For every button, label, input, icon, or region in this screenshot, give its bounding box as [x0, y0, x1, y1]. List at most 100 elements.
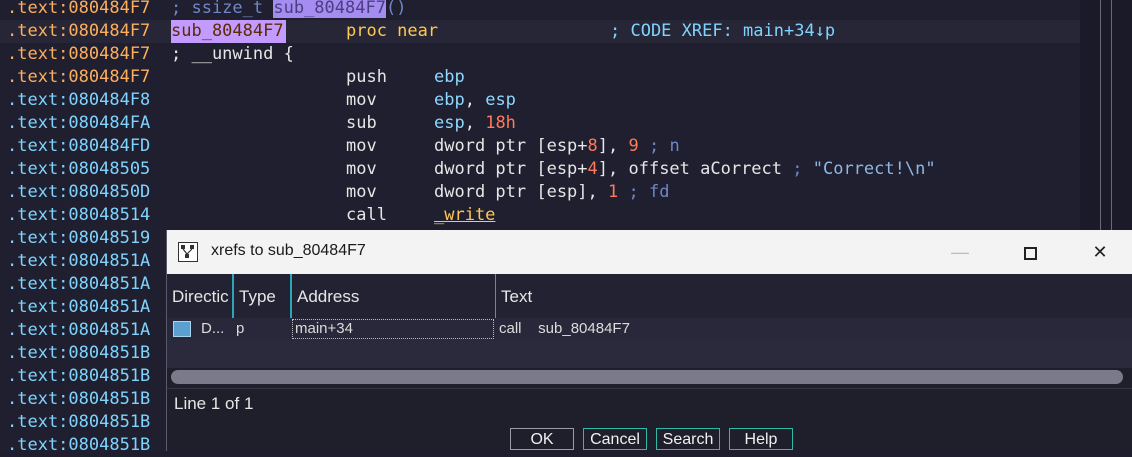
- operand-memory: dword ptr [esp],: [434, 182, 608, 202]
- instruction-operands[interactable]: dword ptr [esp+8], 9 ; n: [434, 135, 680, 158]
- cancel-button[interactable]: Cancel: [583, 428, 647, 450]
- operand-memory-close: ],: [597, 136, 629, 156]
- xrefs-dialog[interactable]: xrefs to sub_80484F7 — ✕ Directic Type A…: [166, 230, 1132, 451]
- row-direction: D...: [201, 320, 225, 337]
- close-button[interactable]: ✕: [1077, 238, 1123, 266]
- line-address[interactable]: .text:080484FD: [7, 135, 150, 158]
- unwind-directive: ; __unwind {: [171, 44, 294, 64]
- search-button[interactable]: Search: [656, 428, 720, 450]
- operand-memory-close: ], offset aCorrect: [597, 159, 783, 179]
- listing-line[interactable]: .text:080484FA sub esp, 18h: [0, 112, 1080, 135]
- listing-line[interactable]: .text:08048505 mov dword ptr [esp+4], offs…: [0, 158, 1080, 181]
- operand-offset: 8: [587, 136, 598, 156]
- operand-register[interactable]: esp: [434, 113, 465, 133]
- column-header-type[interactable]: Type: [234, 274, 292, 320]
- status-text: Line 1 of 1: [174, 394, 254, 413]
- scrollbar-divider: [1100, 0, 1101, 232]
- operand-separator: ,: [464, 113, 486, 133]
- instruction-operands[interactable]: ebp: [434, 66, 465, 89]
- dialog-titlebar[interactable]: xrefs to sub_80484F7 — ✕: [167, 230, 1132, 274]
- line-address[interactable]: .text:0804851B: [7, 411, 150, 434]
- listing-line[interactable]: .text:0804850D mov dword ptr [esp], 1 ; fd: [0, 181, 1080, 204]
- maximize-button[interactable]: [1007, 238, 1053, 266]
- instruction-operands[interactable]: ebp, esp: [434, 89, 516, 112]
- operand-immediate: 9: [628, 136, 639, 156]
- row-type: p: [236, 320, 245, 337]
- operand-offset: 4: [587, 159, 598, 179]
- operand-comment: ; fd: [618, 182, 670, 202]
- instruction-operands[interactable]: dword ptr [esp+4], offset aCorrect ; "Co…: [434, 158, 936, 181]
- instruction-mnemonic: mov: [346, 159, 377, 179]
- line-address[interactable]: .text:080484F7: [7, 0, 150, 20]
- instruction-mnemonic: mov: [346, 90, 377, 110]
- line-address[interactable]: .text:080484F8: [7, 89, 150, 112]
- listing-line[interactable]: .text:080484F7 ; __unwind {: [0, 43, 1080, 66]
- highlighted-identifier[interactable]: sub_80484F7: [273, 0, 386, 18]
- function-label[interactable]: sub_80484F7: [171, 20, 286, 43]
- listing-line[interactable]: .text:080484F7 ; ssize_t sub_80484F7(): [0, 0, 1080, 20]
- line-address[interactable]: .text:0804851B: [7, 434, 150, 457]
- row-address[interactable]: main+34: [292, 319, 494, 339]
- xref-graph-icon: [178, 242, 198, 262]
- line-address[interactable]: .text:080484F7: [7, 43, 150, 66]
- listing-scroll-area[interactable]: [1080, 0, 1132, 232]
- column-header-address[interactable]: Address: [292, 274, 497, 320]
- minimize-button[interactable]: —: [937, 238, 983, 266]
- line-address[interactable]: .text:0804851B: [7, 365, 150, 388]
- column-header-text[interactable]: Text: [496, 274, 1132, 320]
- scrollbar-divider: [1111, 0, 1112, 232]
- line-address[interactable]: .text:08048514: [7, 204, 150, 227]
- table-row[interactable]: D... p main+34 call sub_80484F7: [167, 318, 1132, 340]
- operand-separator: ,: [464, 90, 486, 110]
- line-address[interactable]: .text:0804850D: [7, 181, 150, 204]
- instruction-mnemonic: mov: [346, 182, 377, 202]
- operand-memory: dword ptr [esp+: [434, 136, 588, 156]
- instruction-mnemonic: push: [346, 67, 387, 87]
- instruction-operands[interactable]: _write: [434, 204, 495, 227]
- xref-graph-icon: [173, 321, 191, 337]
- column-header-direction[interactable]: Directic: [167, 274, 234, 320]
- listing-line[interactable]: .text:080484F7 push ebp: [0, 66, 1080, 89]
- instruction-operands[interactable]: esp, 18h: [434, 112, 516, 135]
- listing-line[interactable]: .text:08048514 call _write: [0, 204, 1080, 227]
- listing-line[interactable]: .text:080484F7 sub_80484F7 proc near ; CODE…: [0, 20, 1080, 43]
- call-target[interactable]: _write: [434, 205, 495, 225]
- proc-keyword: proc near: [346, 21, 439, 41]
- line-address[interactable]: .text:080484FA: [7, 112, 150, 135]
- instruction-mnemonic: call: [346, 205, 387, 225]
- operand-immediate: 18h: [485, 113, 516, 133]
- line-address[interactable]: .text:0804851A: [7, 296, 150, 319]
- operand-memory: dword ptr [esp+: [434, 159, 588, 179]
- listing-line[interactable]: .text:080484F8 mov ebp, esp: [0, 89, 1080, 112]
- line-address[interactable]: .text:08048519: [7, 227, 150, 250]
- instruction-operands[interactable]: dword ptr [esp], 1 ; fd: [434, 181, 669, 204]
- comment-prefix: ; ssize_t: [171, 0, 274, 18]
- string-comment: "Correct!\n": [812, 159, 936, 179]
- horizontal-scrollbar[interactable]: [171, 370, 1123, 384]
- ok-button[interactable]: OK: [510, 428, 574, 450]
- comment-suffix: (): [385, 0, 407, 18]
- table-body-empty: [167, 340, 1132, 368]
- code-xref-comment[interactable]: ; CODE XREF: main+34↓p: [610, 20, 835, 43]
- divider: [167, 388, 1132, 389]
- line-address[interactable]: .text:0804851B: [7, 388, 150, 411]
- maximize-icon: [1023, 246, 1037, 260]
- operand-register[interactable]: ebp: [434, 90, 465, 110]
- operand-register[interactable]: ebp: [434, 67, 465, 87]
- line-address[interactable]: .text:0804851B: [7, 342, 150, 365]
- function-prototype-comment: ; ssize_t sub_80484F7(): [171, 0, 406, 20]
- listing-line[interactable]: .text:080484FD mov dword ptr [esp+8], 9 ; …: [0, 135, 1080, 158]
- line-address[interactable]: .text:080484F7: [7, 66, 150, 89]
- instruction-mnemonic: mov: [346, 136, 377, 156]
- row-text: call sub_80484F7: [499, 320, 630, 337]
- line-address[interactable]: .text:08048505: [7, 158, 150, 181]
- operand-comment: ; n: [638, 136, 680, 156]
- line-address[interactable]: .text:080484F7: [7, 20, 150, 43]
- operand-register[interactable]: esp: [485, 90, 516, 110]
- line-address[interactable]: .text:0804851A: [7, 319, 150, 342]
- line-address[interactable]: .text:0804851A: [7, 250, 150, 273]
- line-address[interactable]: .text:0804851A: [7, 273, 150, 296]
- instruction-mnemonic: sub: [346, 113, 377, 133]
- operand-comment: ;: [782, 159, 813, 179]
- help-button[interactable]: Help: [729, 428, 793, 450]
